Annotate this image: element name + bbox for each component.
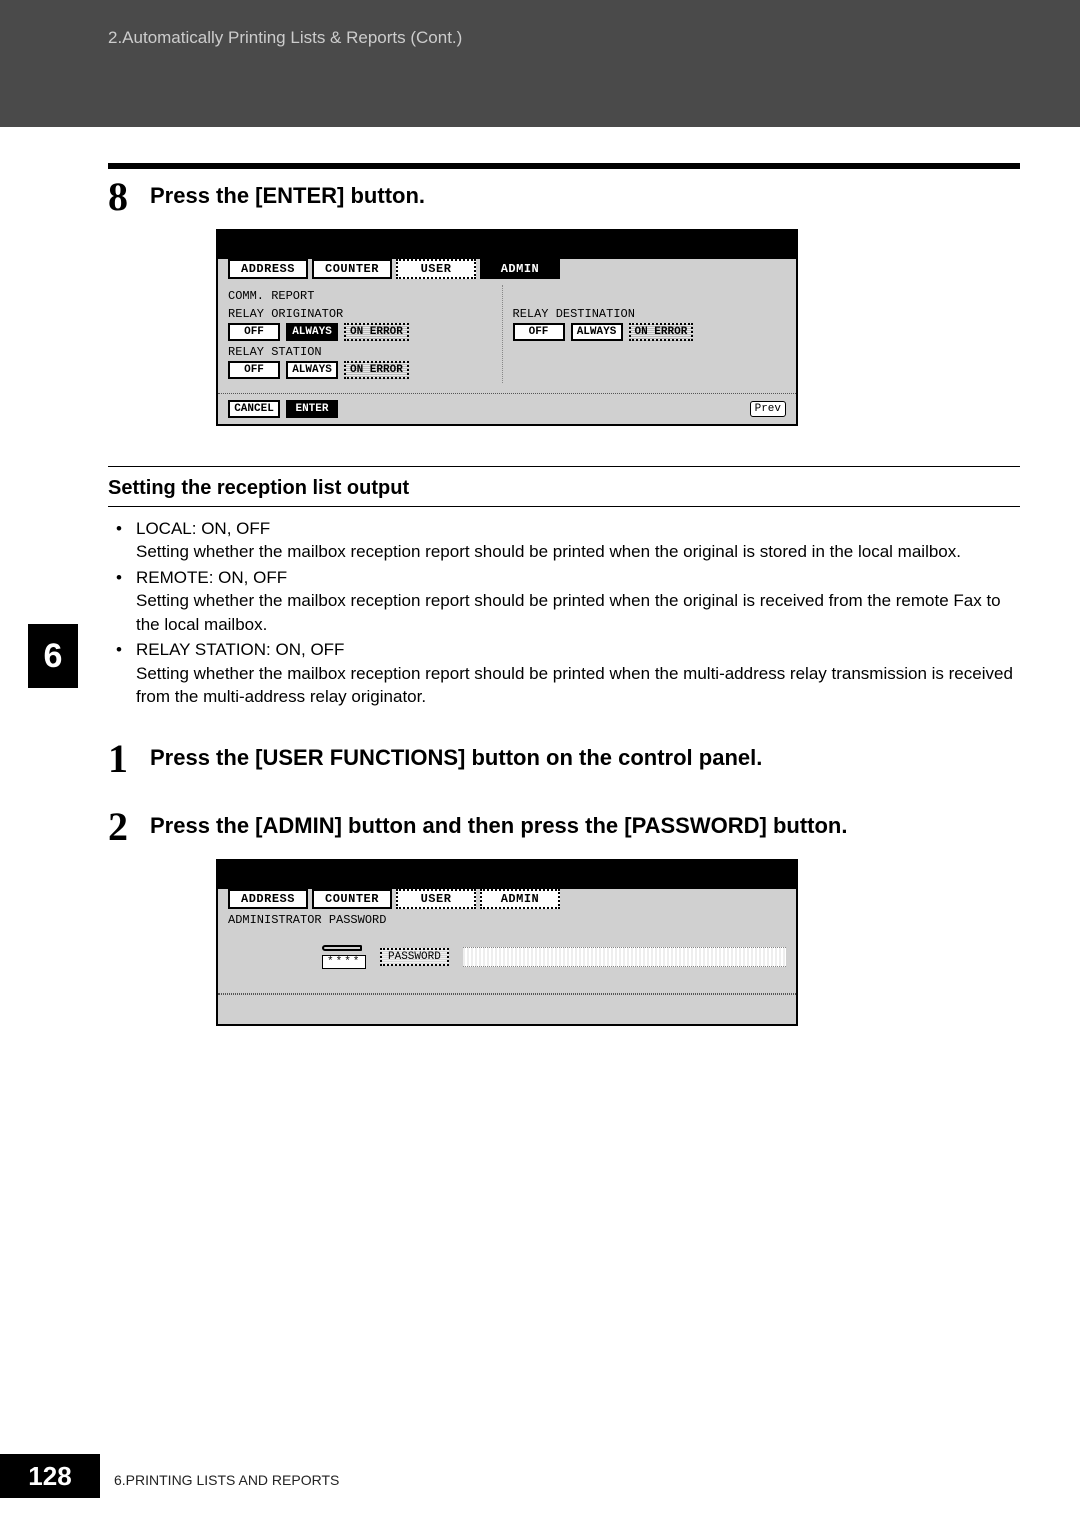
enter-button[interactable]: ENTER	[286, 400, 338, 418]
tab-user-2[interactable]: USER	[396, 889, 476, 909]
screenshot-admin-password: ADDRESS COUNTER USER ADMIN ADMINISTRATOR…	[216, 859, 798, 1026]
password-button[interactable]: PASSWORD	[380, 948, 449, 966]
tab-admin-2[interactable]: ADMIN	[480, 889, 560, 909]
relay-originator-always[interactable]: ALWAYS	[286, 323, 338, 341]
bullet-relay-title: RELAY STATION: ON, OFF	[136, 640, 344, 659]
admin-password-label: ADMINISTRATOR PASSWORD	[218, 909, 796, 927]
header-breadcrumb: 2.Automatically Printing Lists & Reports…	[0, 0, 1080, 127]
step-title-8: Press the [ENTER] button.	[150, 183, 425, 209]
relay-destination-label: RELAY DESTINATION	[513, 307, 779, 321]
step-number-1: 1	[108, 739, 140, 779]
bullet-local-desc: Setting whether the mailbox reception re…	[136, 540, 1020, 563]
relay-destination-onerror[interactable]: ON ERROR	[629, 323, 694, 341]
step-number-2: 2	[108, 807, 140, 847]
relay-originator-onerror[interactable]: ON ERROR	[344, 323, 409, 341]
cancel-button[interactable]: CANCEL	[228, 400, 280, 418]
subheading-reception-list: Setting the reception list output	[108, 477, 1020, 500]
relay-destination-always[interactable]: ALWAYS	[571, 323, 623, 341]
section-divider	[108, 163, 1020, 169]
footer-text: 6.PRINTING LISTS AND REPORTS	[114, 1472, 339, 1488]
step-title-2: Press the [ADMIN] button and then press …	[150, 813, 847, 839]
tab-admin[interactable]: ADMIN	[480, 259, 560, 279]
relay-destination-off[interactable]: OFF	[513, 323, 565, 341]
relay-station-onerror[interactable]: ON ERROR	[344, 361, 409, 379]
bullet-relay-desc: Setting whether the mailbox reception re…	[136, 662, 1020, 709]
prev-button[interactable]: Prev	[750, 401, 786, 417]
relay-originator-label: RELAY ORIGINATOR	[228, 307, 494, 321]
bullet-local-title: LOCAL: ON, OFF	[136, 519, 270, 538]
password-stars: ****	[322, 955, 366, 969]
bullet-list: LOCAL: ON, OFF Setting whether the mailb…	[108, 517, 1020, 709]
password-field[interactable]	[463, 947, 786, 967]
key-icon: ****	[322, 945, 366, 969]
page-number: 128	[0, 1454, 100, 1498]
screenshot-comm-report: ADDRESS COUNTER USER ADMIN COMM. REPORT …	[216, 229, 798, 426]
bullet-remote-desc: Setting whether the mailbox reception re…	[136, 589, 1020, 636]
tab-counter-2[interactable]: COUNTER	[312, 889, 392, 909]
tab-counter[interactable]: COUNTER	[312, 259, 392, 279]
relay-originator-off[interactable]: OFF	[228, 323, 280, 341]
section-label: COMM. REPORT	[228, 289, 494, 303]
tab-address[interactable]: ADDRESS	[228, 259, 308, 279]
relay-station-always[interactable]: ALWAYS	[286, 361, 338, 379]
step-number-8: 8	[108, 177, 140, 217]
relay-station-off[interactable]: OFF	[228, 361, 280, 379]
relay-station-label: RELAY STATION	[228, 345, 494, 359]
chapter-tab: 6	[28, 624, 78, 688]
tab-address-2[interactable]: ADDRESS	[228, 889, 308, 909]
bullet-remote-title: REMOTE: ON, OFF	[136, 568, 287, 587]
tab-user[interactable]: USER	[396, 259, 476, 279]
step-title-1: Press the [USER FUNCTIONS] button on the…	[150, 745, 762, 771]
